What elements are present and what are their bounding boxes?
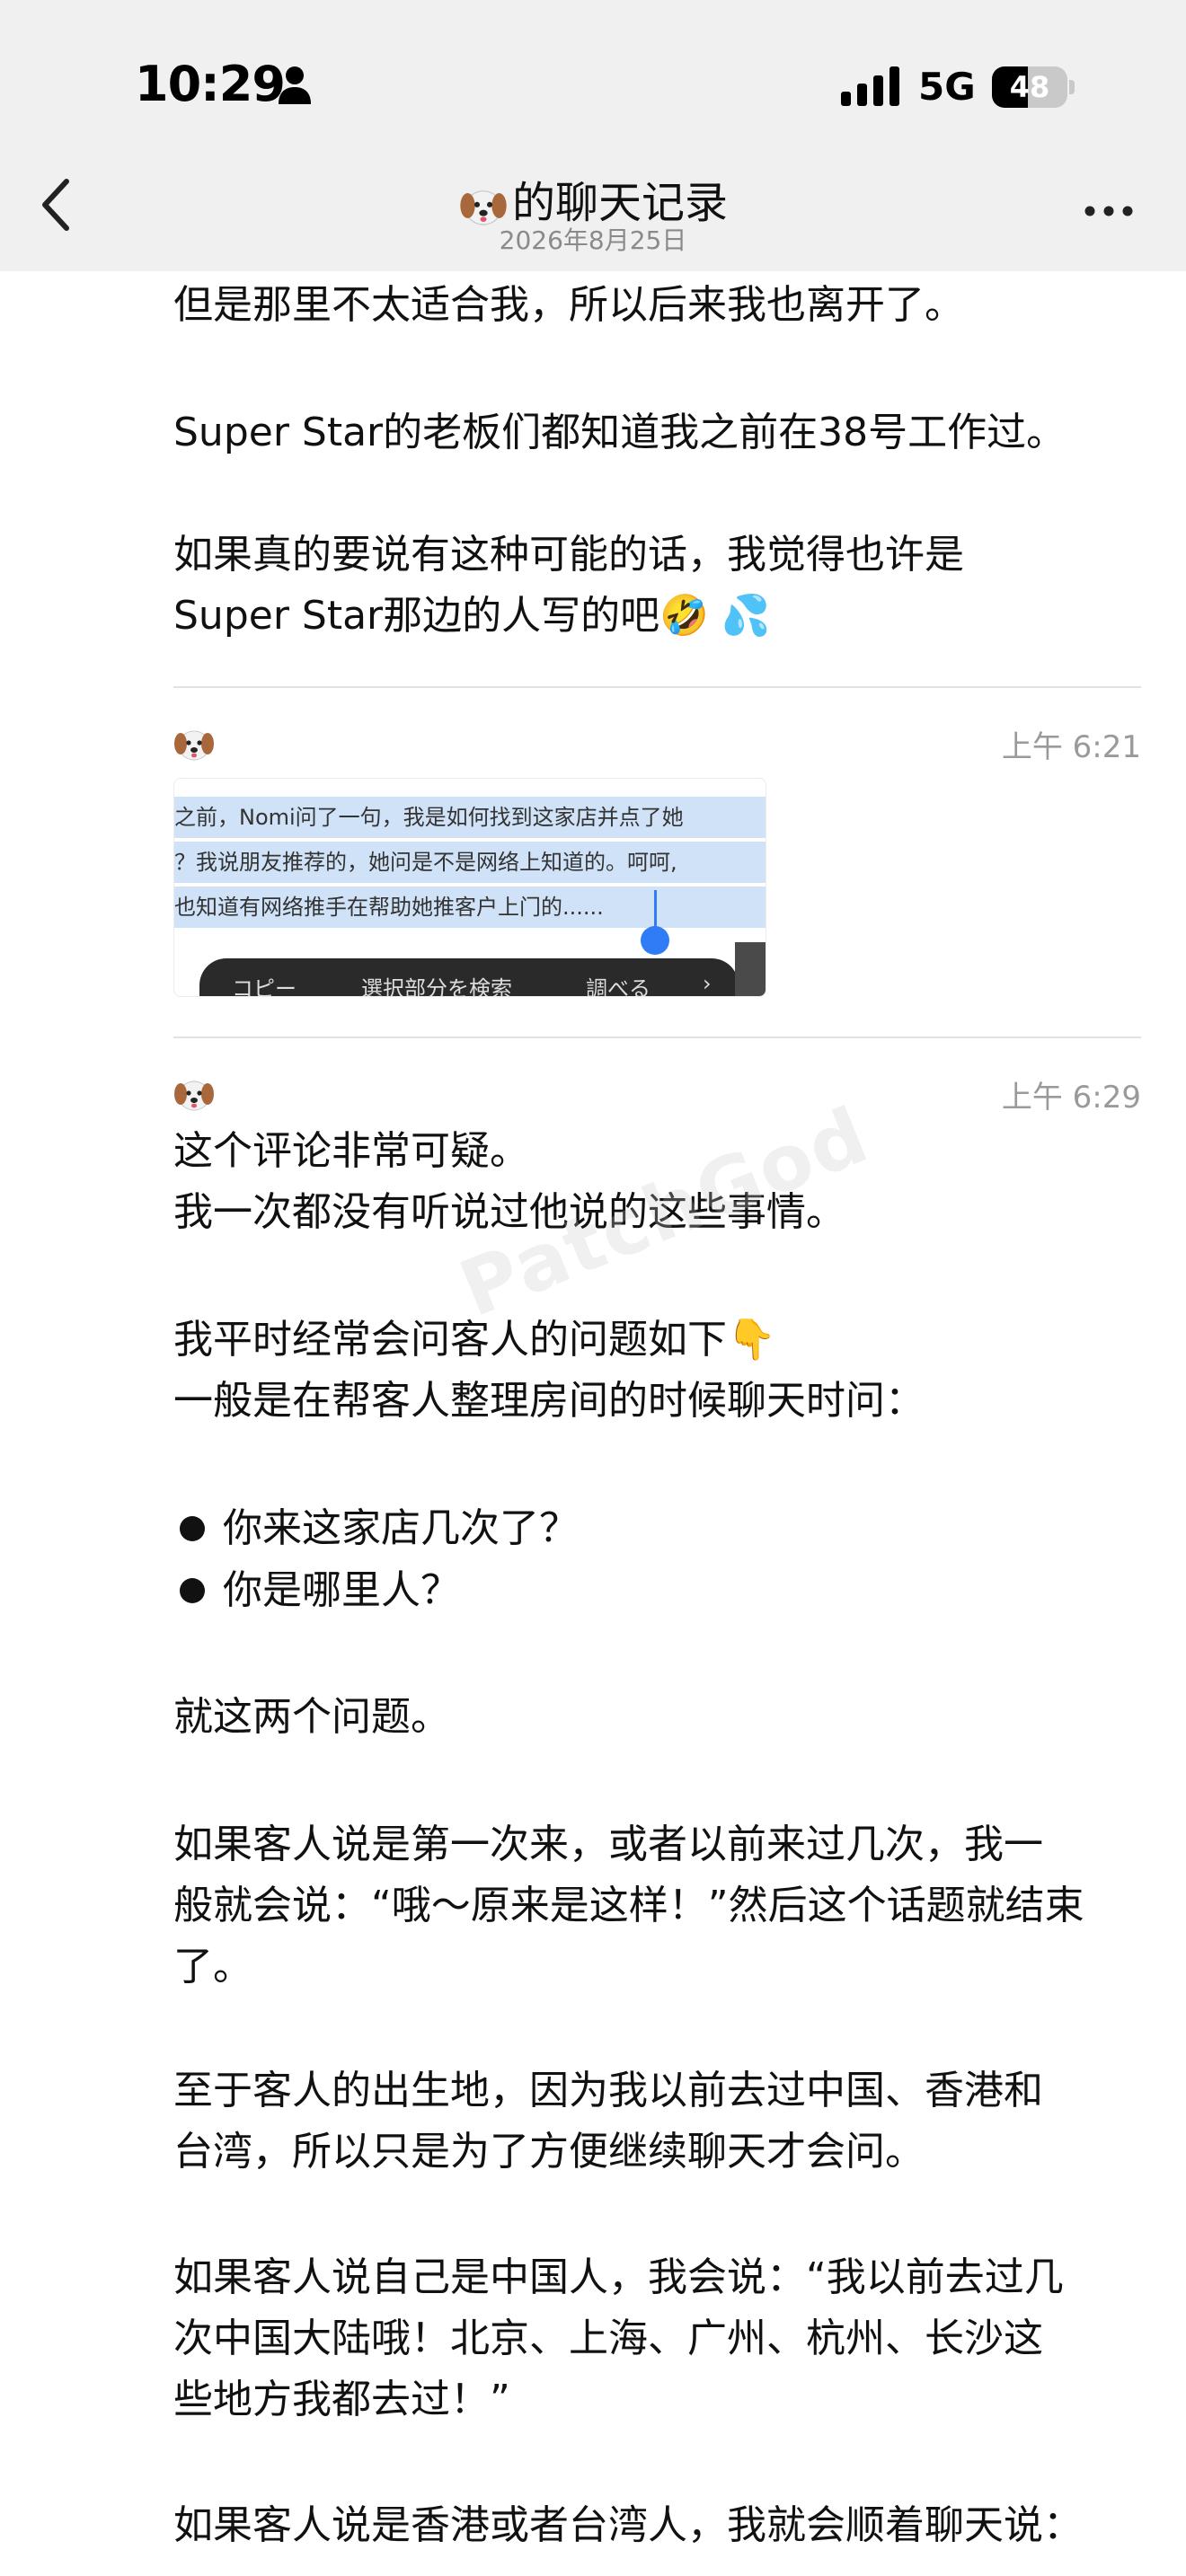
message-time: 上午 6:29 — [1001, 1080, 1141, 1116]
message-text: 如果真的要说有这种可能的话，我觉得也许是 — [173, 532, 964, 578]
image-edge — [735, 942, 766, 996]
message-text: Super Star的老板们都知道我之前在38号工作过。 — [173, 410, 1067, 455]
person-icon — [279, 66, 311, 104]
message-time: 上午 6:21 — [1001, 729, 1141, 765]
image-text-line: 也知道有网络推手在帮助她推客户上门的...... — [174, 887, 766, 928]
message-text: 如果客人说自己是中国人，我会说：“我以前去过几 — [173, 2254, 1064, 2300]
bullet-text: 你来这家店几次了？ — [223, 1505, 579, 1551]
battery-icon: 48 — [992, 66, 1075, 108]
message-text: 至于客人的出生地，因为我以前去过中国、香港和 — [173, 2068, 1043, 2113]
message-text: 就这两个问题。 — [173, 1694, 450, 1740]
navigation-header: 10:29 5G 48 的聊天记录 2026年8月25日 — [0, 0, 1186, 271]
message-text: 些地方我都去过！” — [173, 2377, 510, 2422]
message-text: 但是那里不太适合我，所以后来我也离开了。 — [173, 282, 964, 328]
message-text: 般就会说：“哦～原来是这样！”然后这个话题就结束 — [173, 1883, 1084, 1928]
cellular-signal-icon — [841, 66, 899, 106]
image-message[interactable]: 之前，Nomi问了一句，我是如何找到这家店并点了她 ？我说朋友推荐的，她问是不是… — [173, 778, 766, 997]
more-dots-icon[interactable] — [1084, 205, 1134, 217]
status-time: 10:29 — [135, 56, 286, 112]
dog-avatar-icon — [174, 730, 214, 761]
network-type: 5G — [918, 65, 976, 109]
message-text: 了。 — [173, 1944, 252, 1989]
bullet-dot — [180, 1578, 205, 1603]
message-text: 次中国大陆哦！北京、上海、广州、杭州、长沙这 — [173, 2316, 1043, 2361]
message-divider — [173, 686, 1141, 688]
selection-handle-dot — [641, 926, 669, 955]
message-text: 我平时经常会问客人的问题如下👇 — [173, 1317, 776, 1363]
message-text: 如果客人说是第一次来，或者以前来过几次，我一 — [173, 1822, 1043, 1867]
chat-date: 2026年8月25日 — [499, 225, 687, 255]
bullet-dot — [180, 1516, 205, 1541]
message-divider — [173, 1037, 1141, 1038]
message-text: 一般是在帮客人整理房间的时候聊天时问： — [173, 1378, 925, 1424]
menu-item: コピー — [232, 976, 296, 997]
dog-avatar-icon — [174, 1081, 214, 1111]
message-text: 台湾，所以只是为了方便继续聊天才会问。 — [173, 2129, 925, 2175]
bullet-text: 你是哪里人？ — [223, 1567, 460, 1613]
message-text: 如果客人说是香港或者台湾人，我就会顺着聊天说： — [173, 2502, 1083, 2548]
image-text-line: 之前，Nomi问了一句，我是如何找到这家店并点了她 — [174, 797, 766, 838]
message-text: Super Star那边的人写的吧🤣 💦 — [173, 593, 771, 639]
menu-item: 選択部分を検索 — [361, 976, 512, 997]
context-menu: コピー 選択部分を検索 調べる › — [199, 958, 739, 997]
menu-item: 調べる — [586, 976, 651, 997]
menu-item: › — [703, 971, 712, 996]
battery-percent: 48 — [1009, 70, 1050, 104]
selection-handle — [654, 890, 657, 928]
image-text-line: ？我说朋友推荐的，她问是不是网络上知道的。呵呵, — [174, 842, 766, 883]
